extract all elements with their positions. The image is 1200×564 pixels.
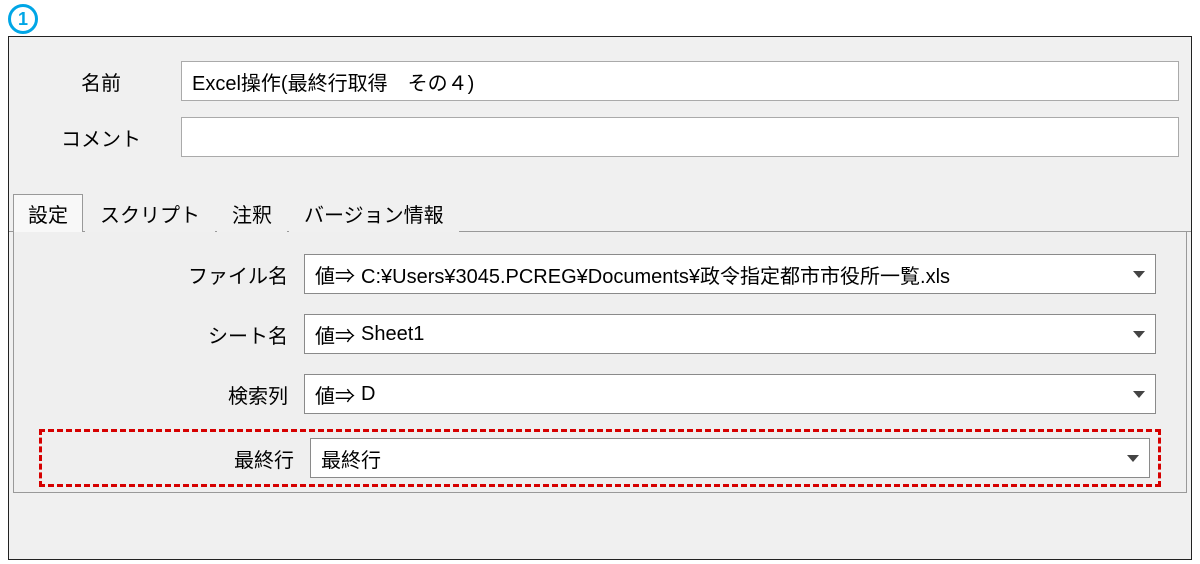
file-value: C:¥Users¥3045.PCREG¥Documents¥政令指定都市市役所一…: [361, 260, 1125, 289]
value-prefix: 値⇒: [315, 380, 355, 409]
file-row: ファイル名 値⇒ C:¥Users¥3045.PCREG¥Documents¥政…: [44, 254, 1156, 294]
dialog-window: 名前 Excel操作(最終行取得 その４) コメント 設定 スクリプト 注釈 バ…: [8, 36, 1192, 560]
tab-annotation[interactable]: 注釈: [217, 194, 287, 232]
chevron-down-icon: [1133, 331, 1145, 338]
value-prefix: 値⇒: [315, 260, 355, 289]
column-combo[interactable]: 値⇒ D: [304, 374, 1156, 414]
name-row: 名前 Excel操作(最終行取得 その４): [21, 61, 1179, 101]
column-value: D: [361, 383, 1125, 406]
sheet-label: シート名: [44, 320, 304, 349]
file-label: ファイル名: [44, 260, 304, 289]
comment-row: コメント: [21, 117, 1179, 157]
lastrow-combo[interactable]: 最終行: [310, 438, 1150, 478]
chevron-down-icon: [1133, 271, 1145, 278]
tab-script[interactable]: スクリプト: [85, 194, 215, 232]
step-badge: 1: [8, 4, 38, 34]
sheet-row: シート名 値⇒ Sheet1: [44, 314, 1156, 354]
header-section: 名前 Excel操作(最終行取得 その４) コメント: [9, 37, 1191, 193]
name-label: 名前: [21, 67, 181, 96]
tab-strip: 設定 スクリプト 注釈 バージョン情報: [9, 193, 1191, 232]
step-number: 1: [18, 9, 28, 30]
name-value: Excel操作(最終行取得 その４): [192, 67, 474, 96]
sheet-value: Sheet1: [361, 323, 1125, 346]
tab-settings[interactable]: 設定: [13, 194, 83, 232]
tab-version[interactable]: バージョン情報: [289, 194, 459, 232]
settings-panel: ファイル名 値⇒ C:¥Users¥3045.PCREG¥Documents¥政…: [13, 232, 1187, 493]
column-row: 検索列 値⇒ D: [44, 374, 1156, 414]
comment-input[interactable]: [181, 117, 1179, 157]
sheet-combo[interactable]: 値⇒ Sheet1: [304, 314, 1156, 354]
chevron-down-icon: [1127, 455, 1139, 462]
lastrow-label: 最終行: [50, 444, 310, 473]
name-input[interactable]: Excel操作(最終行取得 その４): [181, 61, 1179, 101]
lastrow-row-highlighted: 最終行 最終行: [44, 434, 1156, 482]
column-label: 検索列: [44, 380, 304, 409]
file-combo[interactable]: 値⇒ C:¥Users¥3045.PCREG¥Documents¥政令指定都市市…: [304, 254, 1156, 294]
value-prefix: 値⇒: [315, 320, 355, 349]
comment-label: コメント: [21, 123, 181, 152]
lastrow-value: 最終行: [321, 444, 1119, 473]
chevron-down-icon: [1133, 391, 1145, 398]
